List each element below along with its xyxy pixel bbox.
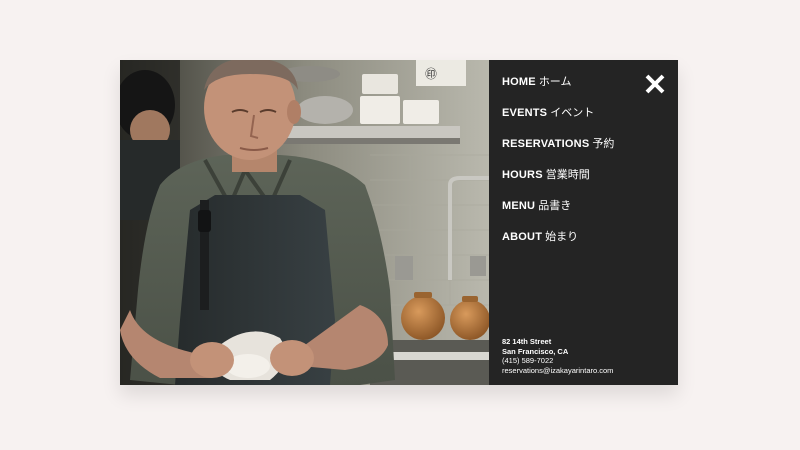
nav-list: HOME ホーム EVENTS イベント RESERVATIONS 予約 HOURS 営… [502, 75, 614, 261]
nav-item-label-jp: イベント [550, 107, 595, 119]
nav-item-about[interactable]: ABOUT 始まり [502, 230, 614, 261]
contact-phone[interactable]: (415) 589-7022 [502, 356, 613, 366]
nav-item-reservations[interactable]: RESERVATIONS 予約 [502, 137, 614, 168]
nav-item-events[interactable]: EVENTS イベント [502, 106, 614, 137]
nav-item-menu[interactable]: MENU 品書き [502, 199, 614, 230]
nav-item-label-en: MENU [502, 200, 536, 212]
nav-item-label-en: HOURS [502, 169, 543, 181]
nav-menu-panel: HOME ホーム EVENTS イベント RESERVATIONS 予約 HOURS 営… [489, 60, 678, 385]
nav-item-label-en: ABOUT [502, 231, 543, 243]
nav-item-hours[interactable]: HOURS 営業時間 [502, 168, 614, 199]
hero-frame: ㊞ HOME ホーム EVENTS イベント RESERVATIONS 予約 H… [120, 60, 678, 385]
nav-item-label-jp: ホーム [538, 76, 572, 88]
nav-item-label-en: EVENTS [502, 107, 548, 119]
svg-text:㊞: ㊞ [425, 67, 437, 81]
contact-city: San Francisco, CA [502, 346, 569, 356]
nav-item-label-jp: 始まり [545, 231, 579, 243]
nav-item-home[interactable]: HOME ホーム [502, 75, 614, 106]
contact-email-link[interactable]: reservations@izakayarintaro.com [502, 366, 613, 376]
close-menu-button[interactable] [643, 72, 667, 96]
nav-item-label-en: RESERVATIONS [502, 138, 590, 150]
nav-item-label-jp: 品書き [538, 200, 572, 212]
nav-item-label-jp: 予約 [592, 138, 615, 150]
close-icon [643, 72, 667, 96]
nav-item-label-jp: 営業時間 [545, 169, 590, 181]
contact-info: 82 14th Street San Francisco, CA (415) 5… [502, 337, 613, 375]
chef-photo: ㊞ [120, 60, 489, 385]
contact-street: 82 14th Street [502, 337, 552, 346]
nav-item-label-en: HOME [502, 76, 536, 88]
